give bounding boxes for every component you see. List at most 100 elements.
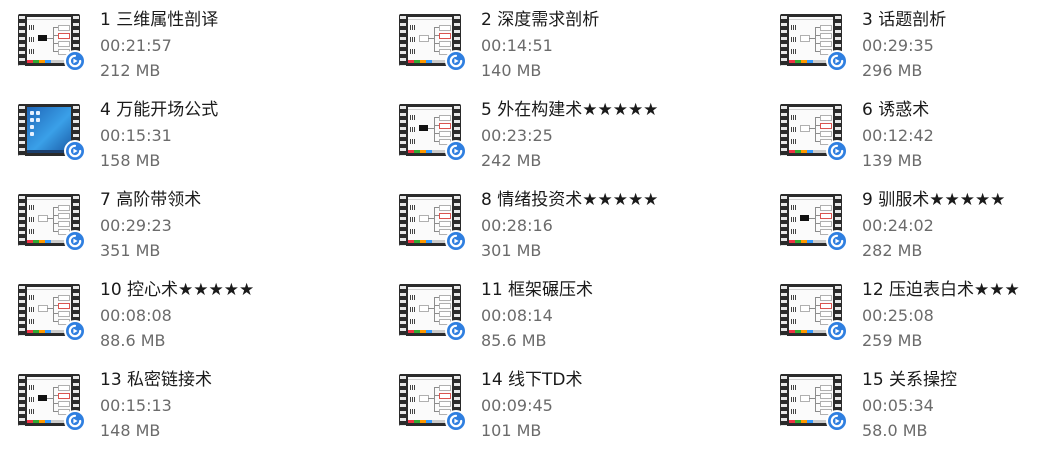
file-title: 9 驯服术★★★★★	[862, 190, 1006, 210]
video-file-item[interactable]: 3 话题剖析 00:29:35 296 MB	[762, 0, 1062, 86]
file-title: 13 私密链接术	[100, 370, 213, 390]
player-app-icon	[826, 230, 848, 252]
file-size: 158 MB	[100, 151, 161, 170]
video-thumbnail[interactable]	[780, 374, 848, 432]
player-app-icon	[826, 410, 848, 432]
video-thumbnail[interactable]	[399, 104, 467, 162]
video-file-item[interactable]: 2 深度需求剖析 00:14:51 140 MB	[381, 0, 721, 86]
video-thumbnail[interactable]	[18, 194, 86, 252]
video-thumbnail[interactable]	[18, 284, 86, 342]
file-title: 15 关系操控	[862, 370, 958, 390]
player-app-icon	[826, 320, 848, 342]
video-file-item[interactable]: 5 外在构建术★★★★★ 00:23:25 242 MB	[381, 90, 721, 176]
film-perforation-left	[19, 14, 25, 66]
file-title: 7 高阶带领术	[100, 190, 202, 210]
file-title: 2 深度需求剖析	[481, 10, 600, 30]
player-app-icon	[64, 230, 86, 252]
film-perforation-left	[781, 194, 787, 246]
video-thumbnail[interactable]	[18, 104, 86, 162]
file-title: 5 外在构建术★★★★★	[481, 100, 659, 120]
file-duration: 00:25:08	[862, 306, 934, 325]
file-duration: 00:29:23	[100, 216, 172, 235]
file-size: 58.0 MB	[862, 421, 928, 440]
file-size: 88.6 MB	[100, 331, 166, 350]
file-duration: 00:23:25	[481, 126, 553, 145]
video-thumbnail[interactable]	[780, 284, 848, 342]
file-size: 301 MB	[481, 241, 542, 260]
file-size: 259 MB	[862, 331, 923, 350]
file-size: 351 MB	[100, 241, 161, 260]
video-thumbnail[interactable]	[18, 14, 86, 72]
film-perforation-left	[19, 374, 25, 426]
video-file-item[interactable]: 1 三维属性剖译 00:21:57 212 MB	[0, 0, 340, 86]
file-title: 8 情绪投资术★★★★★	[481, 190, 659, 210]
file-size: 85.6 MB	[481, 331, 547, 350]
video-file-item[interactable]: 9 驯服术★★★★★ 00:24:02 282 MB	[762, 180, 1062, 266]
file-title: 10 控心术★★★★★	[100, 280, 255, 300]
film-perforation-left	[19, 284, 25, 336]
file-title: 11 框架碾压术	[481, 280, 594, 300]
video-file-item[interactable]: 15 关系操控 00:05:34 58.0 MB	[762, 360, 1062, 446]
file-size: 242 MB	[481, 151, 542, 170]
player-app-icon	[445, 410, 467, 432]
video-thumbnail[interactable]	[18, 374, 86, 432]
file-title: 4 万能开场公式	[100, 100, 219, 120]
file-duration: 00:05:34	[862, 396, 934, 415]
player-app-icon	[826, 50, 848, 72]
video-file-item[interactable]: 7 高阶带领术 00:29:23 351 MB	[0, 180, 340, 266]
file-duration: 00:24:02	[862, 216, 934, 235]
file-duration: 00:28:16	[481, 216, 553, 235]
film-perforation-left	[400, 194, 406, 246]
player-app-icon	[64, 410, 86, 432]
file-duration: 00:08:14	[481, 306, 553, 325]
film-perforation-left	[781, 374, 787, 426]
file-title: 1 三维属性剖译	[100, 10, 219, 30]
film-perforation-left	[400, 284, 406, 336]
file-duration: 00:21:57	[100, 36, 172, 55]
file-size: 101 MB	[481, 421, 542, 440]
film-perforation-left	[781, 14, 787, 66]
film-perforation-left	[781, 284, 787, 336]
video-file-item[interactable]: 8 情绪投资术★★★★★ 00:28:16 301 MB	[381, 180, 721, 266]
film-perforation-left	[781, 104, 787, 156]
player-app-icon	[826, 140, 848, 162]
video-thumbnail[interactable]	[780, 194, 848, 252]
video-thumbnail[interactable]	[780, 104, 848, 162]
file-size: 282 MB	[862, 241, 923, 260]
player-app-icon	[445, 50, 467, 72]
file-duration: 00:15:31	[100, 126, 172, 145]
video-file-item[interactable]: 14 线下TD术 00:09:45 101 MB	[381, 360, 721, 446]
video-thumbnail[interactable]	[399, 14, 467, 72]
file-size: 139 MB	[862, 151, 923, 170]
player-app-icon	[445, 320, 467, 342]
video-thumbnail[interactable]	[399, 194, 467, 252]
file-size: 148 MB	[100, 421, 161, 440]
file-duration: 00:09:45	[481, 396, 553, 415]
file-title: 6 诱惑术	[862, 100, 930, 120]
file-duration: 00:15:13	[100, 396, 172, 415]
file-title: 14 线下TD术	[481, 370, 583, 390]
player-app-icon	[445, 230, 467, 252]
video-thumbnail[interactable]	[399, 374, 467, 432]
video-thumbnail[interactable]	[399, 284, 467, 342]
file-duration: 00:08:08	[100, 306, 172, 325]
film-perforation-left	[19, 194, 25, 246]
video-file-item[interactable]: 11 框架碾压术 00:08:14 85.6 MB	[381, 270, 721, 356]
file-size: 212 MB	[100, 61, 161, 80]
player-app-icon	[64, 140, 86, 162]
video-file-item[interactable]: 13 私密链接术 00:15:13 148 MB	[0, 360, 340, 446]
player-app-icon	[64, 50, 86, 72]
video-file-item[interactable]: 4 万能开场公式 00:15:31 158 MB	[0, 90, 340, 176]
film-perforation-left	[19, 104, 25, 156]
player-app-icon	[445, 140, 467, 162]
video-file-item[interactable]: 12 压迫表白术★★★ 00:25:08 259 MB	[762, 270, 1062, 356]
file-title: 12 压迫表白术★★★	[862, 280, 1020, 300]
film-perforation-left	[400, 14, 406, 66]
file-title: 3 话题剖析	[862, 10, 947, 30]
video-thumbnail[interactable]	[780, 14, 848, 72]
video-file-item[interactable]: 6 诱惑术 00:12:42 139 MB	[762, 90, 1062, 176]
video-file-item[interactable]: 10 控心术★★★★★ 00:08:08 88.6 MB	[0, 270, 340, 356]
file-size: 140 MB	[481, 61, 542, 80]
file-duration: 00:29:35	[862, 36, 934, 55]
file-duration: 00:12:42	[862, 126, 934, 145]
